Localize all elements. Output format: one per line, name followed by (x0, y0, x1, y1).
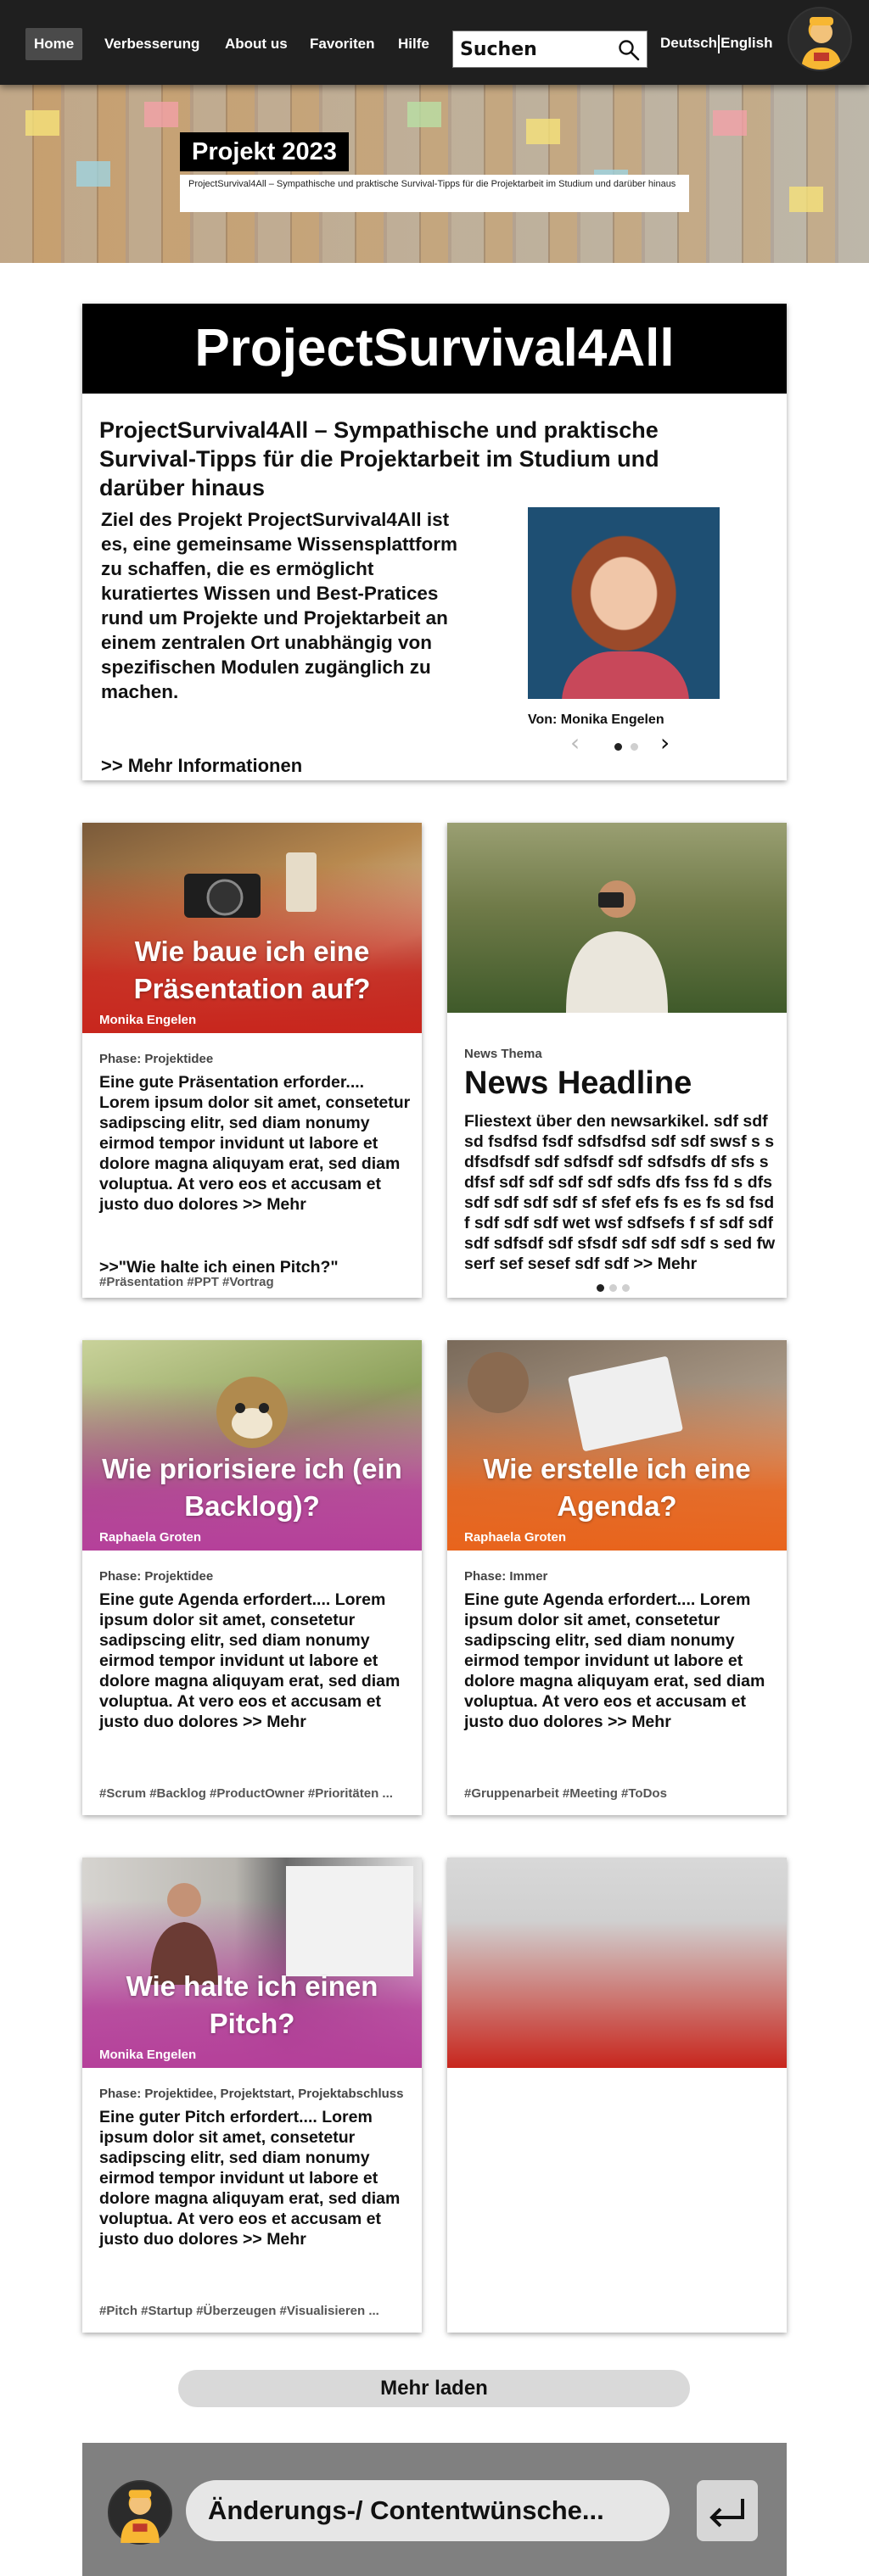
feature-heading: ProjectSurvival4All – Sympathische und p… (99, 417, 659, 500)
article-card-pitch[interactable]: Wie halte ich einen Pitch? Monika Engele… (82, 1858, 422, 2333)
photographer-photo (566, 880, 668, 1013)
card-excerpt: Eine guter Pitch erfordert.... Lorem ips… (99, 2108, 401, 2249)
search-input[interactable] (460, 36, 613, 62)
more-info-link[interactable]: >> Mehr Informationen (101, 755, 302, 777)
card-image: Wie halte ich einen Pitch? Monika Engele… (82, 1858, 422, 2068)
card-phase: Phase: Projektidee, Projektstart, Projek… (99, 2087, 404, 2101)
news-body: Fliestext über den newsarkikel. sdf sdf … (464, 1112, 776, 1273)
card-image-placeholder (447, 1858, 787, 2068)
hero-sticky-note (407, 102, 441, 127)
hero-sticky-note (76, 161, 110, 187)
hero-title: Projekt 2023 (180, 132, 349, 171)
card-author: Monika Engelen (99, 2048, 197, 2062)
news-topic: News Thema (464, 1047, 542, 1061)
card-author: Raphaela Groten (464, 1530, 567, 1545)
submit-feedback-button[interactable] (697, 2480, 758, 2541)
nav-hilfe-link[interactable]: Hilfe (390, 28, 438, 60)
user-avatar[interactable] (788, 7, 852, 71)
news-dot-active[interactable] (597, 1284, 604, 1292)
carousel-dots (614, 740, 639, 755)
feature-card: ProjectSurvival4All ProjectSurvival4All … (82, 304, 787, 780)
footer-avatar (108, 2480, 172, 2545)
carousel-dot-active[interactable] (614, 743, 622, 751)
language-switcher: Deutsch English (660, 32, 772, 54)
card-title: Wie halte ich einen Pitch? (126, 1970, 378, 2039)
feature-description: Ziel des Projekt ProjectSurvival4All ist… (101, 509, 457, 702)
monkey-photo (216, 1377, 288, 1448)
card-tags: #Pitch #Startup #Überzeugen #Visualisier… (99, 2304, 379, 2318)
news-image (447, 823, 787, 1013)
news-dot[interactable] (609, 1284, 617, 1292)
card-excerpt: Eine gute Agenda erfordert.... Lorem ips… (99, 1590, 401, 1731)
hero-sticky-note (25, 110, 59, 136)
hero-sticky-note (144, 102, 178, 127)
nav-about-link[interactable]: About us (216, 28, 296, 60)
news-dot[interactable] (622, 1284, 630, 1292)
card-tags: #Präsentation #PPT #Vortrag (99, 1275, 274, 1289)
card-author: Monika Engelen (99, 1013, 197, 1027)
card-image: Wie priorisiere ich (ein Backlog)? Rapha… (82, 1340, 422, 1551)
card-excerpt: Eine gute Präsentation erforder.... Lore… (99, 1073, 411, 1214)
portrait-shirt (562, 651, 689, 699)
feature-byline: Von: Monika Engelen (528, 712, 664, 727)
card-excerpt: Eine gute Agenda erfordert.... Lorem ips… (464, 1590, 765, 1731)
nav-favoriten-link[interactable]: Favoriten (301, 28, 384, 60)
news-card[interactable]: News Thema News Headline Fliestext über … (447, 823, 787, 1298)
card-tags: #Gruppenarbeit #Meeting #ToDos (464, 1786, 667, 1801)
feature-banner-title: ProjectSurvival4All (82, 304, 787, 394)
avatar-figure-icon (121, 2489, 160, 2543)
carousel-prev-icon[interactable]: ‹ (570, 731, 580, 755)
camera-photo (184, 852, 317, 918)
card-author: Raphaela Groten (99, 1530, 202, 1545)
article-card-agenda[interactable]: Wie erstelle ich eine Agenda? Raphaela G… (447, 1340, 787, 1815)
hero-sticky-note (526, 119, 560, 144)
nav-verbesserung-link[interactable]: Verbesserung (96, 28, 208, 60)
feature-carousel-controls: ‹ › (570, 731, 689, 755)
card-title: Wie erstelle ich eine Agenda? (483, 1453, 751, 1522)
hero-subtitle: ProjectSurvival4All – Sympathische und p… (180, 175, 689, 212)
enter-arrow-icon (709, 2499, 744, 2528)
carousel-next-icon[interactable]: › (660, 731, 670, 755)
lang-separator (718, 34, 720, 53)
card-image: Wie baue ich eine Präsentation auf? Moni… (82, 823, 422, 1033)
lang-english-link[interactable]: English (720, 35, 772, 51)
nav-home-link[interactable]: Home (25, 28, 83, 60)
hero-banner: Projekt 2023 ProjectSurvival4All – Sympa… (0, 85, 869, 263)
top-navigation-bar: Home Verbesserung About us Favoriten Hil… (0, 0, 869, 85)
card-title: Wie baue ich eine Präsentation auf? (133, 936, 371, 1004)
lang-german-link[interactable]: Deutsch (660, 35, 717, 51)
news-headline: News Headline (464, 1065, 692, 1101)
presenter-photo (150, 1866, 413, 1985)
card-phase: Phase: Immer (464, 1569, 548, 1584)
card-title: Wie priorisiere ich (ein Backlog)? (102, 1453, 402, 1522)
card-phase: Phase: Projektidee (99, 1569, 214, 1584)
author-portrait-image (528, 507, 720, 699)
avatar-figure-icon (801, 17, 842, 70)
hero-sticky-note (789, 187, 823, 212)
article-card-backlog[interactable]: Wie priorisiere ich (ein Backlog)? Rapha… (82, 1340, 422, 1815)
article-card-praesentation[interactable]: Wie baue ich eine Präsentation auf? Moni… (82, 823, 422, 1298)
hero-sticky-note (713, 110, 747, 136)
feedback-input[interactable] (186, 2480, 670, 2541)
article-card-placeholder[interactable] (447, 1858, 787, 2333)
card-phase: Phase: Projektidee (99, 1052, 214, 1066)
card-image: Wie erstelle ich eine Agenda? Raphaela G… (447, 1340, 787, 1551)
news-carousel-dots (597, 1281, 635, 1296)
load-more-button[interactable]: Mehr laden (178, 2370, 690, 2407)
card-tags: #Scrum #Backlog #ProductOwner #Priorität… (99, 1786, 393, 1801)
search-box (452, 31, 648, 68)
feedback-footer (82, 2443, 787, 2576)
carousel-dot[interactable] (631, 743, 639, 751)
search-icon[interactable] (618, 39, 640, 61)
notebook-photo (468, 1352, 683, 1451)
